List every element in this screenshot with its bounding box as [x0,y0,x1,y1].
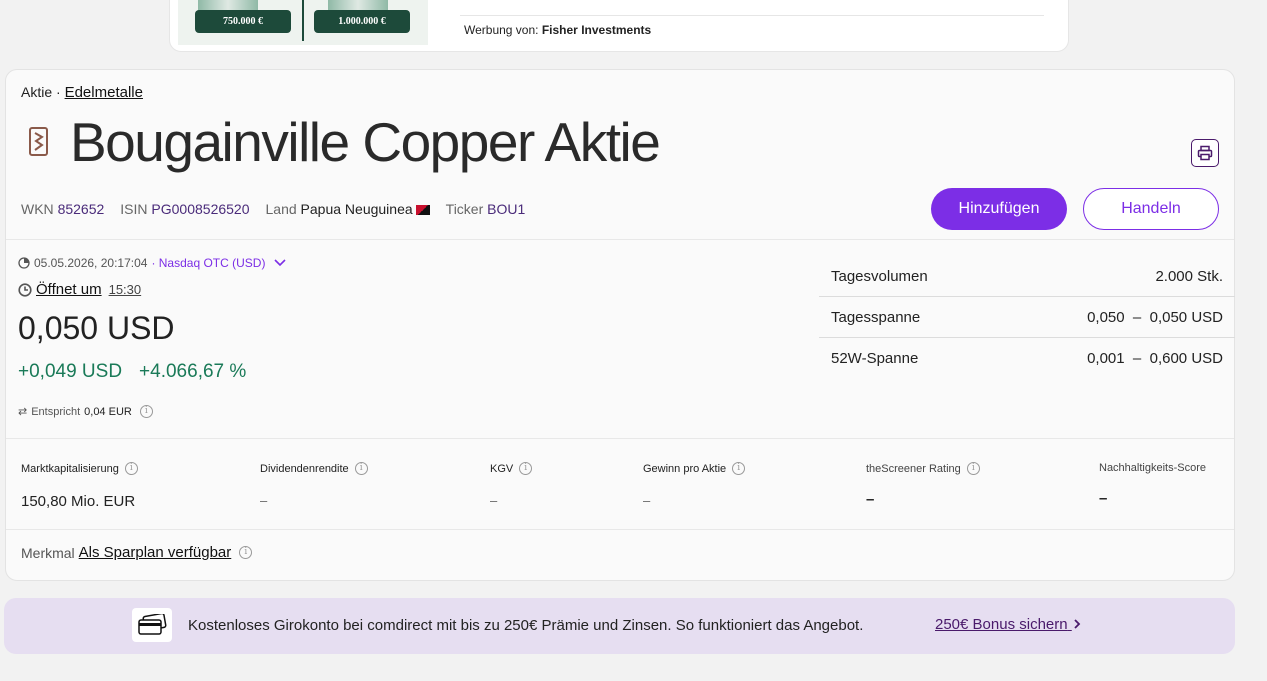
ad-divider [302,0,304,41]
page-title: Bougainville Copper Aktie [70,111,661,173]
printer-icon [1197,145,1213,161]
kpi-screener-rating: theScreener Rating i – [866,462,980,508]
ad-sponsor: Werbung von: Fisher Investments [464,23,651,37]
papua-new-guinea-flag-icon [415,205,430,215]
change-absolute: +0,049 USD [18,361,123,382]
kpi-value: – [866,491,875,508]
kpi-label: theScreener Rating [866,462,961,475]
kpi-label: Marktkapitalisierung [21,462,119,475]
ad-pill-right: 1.000.000 € [314,10,410,33]
isin-label: ISIN [120,201,148,217]
info-icon[interactable]: i [966,462,980,475]
equivalent-value: 0,04 EUR [84,405,132,418]
kpi-value: 150,80 Mio. EUR [21,493,136,510]
promo-link-label[interactable]: 250€ Bonus sichern [935,616,1068,633]
promo-link[interactable]: 250€ Bonus sichern [935,616,1082,633]
quote-timestamp: 05.05.2026, 20:17:04 [34,256,148,270]
wkn: WKN 852652 [21,201,104,217]
ticker-label: Ticker [445,201,484,217]
savings-plan-link[interactable]: Als Sparplan verfügbar [79,544,232,561]
trade-button[interactable]: Handeln [1083,188,1219,230]
stat-row: Tagesspanne 0,050 – 0,050 USD [819,297,1235,338]
feature-row: Merkmal Als Sparplan verfügbar i [21,544,253,561]
market-open-info: Öffnet um 15:30 [18,281,141,298]
breadcrumb: Aktie · Edelmetalle [21,84,143,101]
kpi-value: – [643,493,651,508]
ad-sponsor-prefix: Werbung von: [464,23,539,37]
stat-label: Tagesspanne [831,308,921,326]
kpi-label: Nachhaltigkeits-Score [1099,462,1206,474]
identifier-row: WKN 852652 ISIN PG0008526520 Land Papua … [21,201,525,217]
info-icon[interactable]: i [239,546,253,559]
ticker-value: BOU1 [487,201,526,217]
ad-divider-line [460,15,1044,16]
kpi-eps: Gewinn pro Aktie i – [643,462,746,508]
divider [6,239,1234,240]
kpi-row: Marktkapitalisierung i 150,80 Mio. EUR Di… [21,462,1221,512]
stats-table: Tagesvolumen 2.000 Stk. Tagesspanne 0,05… [819,256,1235,379]
info-icon[interactable]: i [732,462,746,475]
isin: ISIN PG0008526520 [120,201,249,217]
breadcrumb-separator: · [56,84,61,100]
kpi-label: Gewinn pro Aktie [643,462,727,475]
currency-equivalent: ⇄ Entspricht 0,04 EUR i [18,405,153,418]
kpi-label: Dividendenrendite [260,462,349,475]
opens-time: 15:30 [108,282,142,297]
exchange-selector[interactable]: · Nasdaq OTC (USD) [151,256,265,270]
info-icon[interactable]: i [124,462,138,475]
wkn-value: 852652 [57,201,105,217]
country-value: Papua Neuguinea [300,201,413,217]
credit-card-icon [132,608,172,642]
add-button[interactable]: Hinzufügen [931,188,1067,230]
kpi-value: – [260,493,268,508]
stat-value: 0,001 – 0,600 USD [1087,350,1223,367]
company-logo-icon [29,127,48,156]
kpi-dividend-yield: Dividendenrendite i – [260,462,368,508]
clock-icon [18,257,30,269]
kpi-value: – [490,493,498,508]
feature-label: Merkmal [21,544,75,561]
ticker: Ticker BOU1 [446,201,526,217]
stat-row: Tagesvolumen 2.000 Stk. [819,256,1235,297]
quote-timestamp-row[interactable]: 05.05.2026, 20:17:04 · Nasdaq OTC (USD) [18,256,287,270]
chevron-right-icon [1074,619,1081,629]
chevron-down-icon[interactable] [273,258,287,268]
print-button[interactable] [1191,139,1219,167]
wkn-label: WKN [21,201,54,217]
stat-label: 52W-Spanne [831,350,919,367]
divider [6,438,1234,439]
kpi-sustainability-score: Nachhaltigkeits-Score – [1099,462,1206,507]
info-icon[interactable]: i [519,462,533,475]
ad-image[interactable]: 750.000 € 1.000.000 € [178,0,428,45]
ad-pill-left: 750.000 € [195,10,291,33]
price-change: +0,049 USD +4.066,67 % [18,361,246,383]
swap-icon: ⇄ [18,406,28,418]
stat-value: 2.000 Stk. [1155,267,1223,285]
ad-banner[interactable]: 750.000 € 1.000.000 € Werbung von: Fishe… [169,0,1069,52]
opens-label[interactable]: Öffnet um [36,281,102,298]
breadcrumb-type: Aktie [21,84,53,100]
current-price: 0,050 USD [18,310,175,346]
country: Land Papua Neuguinea [266,201,430,217]
promo-banner[interactable]: Kostenloses Girokonto bei comdirect mit … [4,598,1235,654]
breadcrumb-sector-link[interactable]: Edelmetalle [65,84,143,101]
divider [6,529,1234,530]
stat-label: Tagesvolumen [831,267,928,285]
change-percent: +4.066,67 % [139,361,247,382]
kpi-pe-ratio: KGV i – [490,462,533,508]
info-icon[interactable]: i [354,462,368,475]
isin-value: PG0008526520 [151,201,250,217]
promo-text: Kostenloses Girokonto bei comdirect mit … [188,617,864,634]
stat-row: 52W-Spanne 0,001 – 0,600 USD [819,338,1235,379]
kpi-market-cap: Marktkapitalisierung i 150,80 Mio. EUR [21,462,138,510]
kpi-value: – [1099,490,1108,507]
ad-sponsor-name[interactable]: Fisher Investments [542,23,651,37]
stat-value: 0,050 – 0,050 USD [1087,308,1223,326]
info-icon[interactable]: i [139,405,153,418]
clock-icon [18,282,32,297]
country-label: Land [265,201,297,217]
stock-header-card: Aktie · Edelmetalle Bougainville Copper … [5,69,1235,581]
kpi-label: KGV [490,462,514,475]
equivalent-label: Entspricht [31,405,81,418]
